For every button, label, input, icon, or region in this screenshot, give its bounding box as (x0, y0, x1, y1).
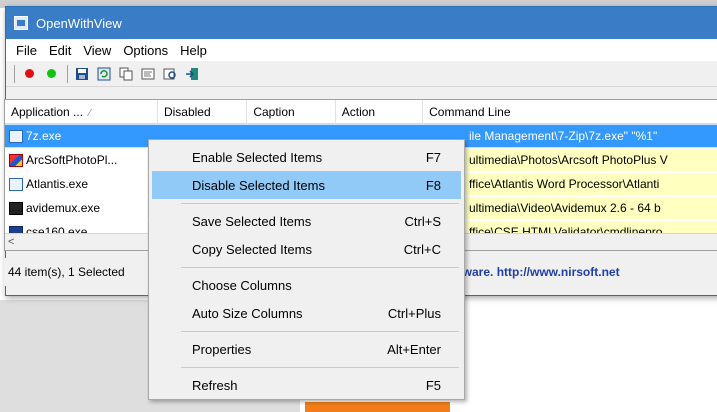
menu-choose-columns[interactable]: Choose Columns (152, 271, 461, 299)
column-command-line[interactable]: Command Line (423, 100, 717, 124)
scroll-left-icon[interactable]: < (8, 236, 14, 248)
menu-copy-selected[interactable]: Copy Selected Items Ctrl+C (152, 235, 461, 263)
app-icon (14, 16, 28, 30)
column-disabled[interactable]: Disabled (158, 100, 248, 124)
title-bar[interactable]: OpenWithView (6, 7, 717, 39)
menu-properties[interactable]: Properties Alt+Enter (152, 335, 461, 363)
menu-refresh[interactable]: Refresh F5 (152, 371, 461, 399)
window-icon (9, 177, 23, 191)
nirsoft-link[interactable]: eware. http://www.nirsoft.net (456, 265, 620, 279)
column-application[interactable]: Application ... ⁄ (5, 100, 158, 124)
menu-separator (181, 267, 459, 268)
exit-icon[interactable] (182, 64, 202, 84)
menu-save-selected[interactable]: Save Selected Items Ctrl+S (152, 207, 461, 235)
menu-file[interactable]: File (10, 43, 43, 58)
menu-enable-selected[interactable]: Enable Selected Items F7 (152, 143, 461, 171)
app-name: ArcSoftPhotoPl... (26, 153, 118, 167)
sort-arrow-icon: ⁄ (89, 108, 91, 119)
red-circle-icon[interactable] (19, 64, 39, 84)
menu-help[interactable]: Help (174, 43, 213, 58)
menu-separator (181, 367, 459, 368)
copy-icon[interactable] (116, 64, 136, 84)
app-name: 7z.exe (26, 129, 62, 143)
context-menu: Enable Selected Items F7 Disable Selected… (148, 139, 465, 400)
menu-auto-size-columns[interactable]: Auto Size Columns Ctrl+Plus (152, 299, 461, 327)
film-icon (9, 201, 23, 215)
toolbar-separator (14, 64, 15, 83)
green-circle-icon[interactable] (41, 64, 61, 84)
column-caption[interactable]: Caption (247, 100, 336, 124)
properties-icon[interactable] (138, 64, 158, 84)
window-title: OpenWithView (36, 15, 122, 31)
menu-edit[interactable]: Edit (43, 43, 77, 58)
arcsoft-icon (9, 153, 23, 167)
find-icon[interactable] (160, 64, 180, 84)
app-name: Atlantis.exe (26, 177, 89, 191)
menu-options[interactable]: Options (117, 43, 174, 58)
window-icon (9, 129, 23, 143)
column-action[interactable]: Action (336, 100, 424, 124)
app-name: avidemux.exe (26, 201, 101, 215)
list-header: Application ... ⁄ Disabled Caption Action… (5, 100, 717, 124)
menu-bar: File Edit View Options Help (6, 39, 717, 61)
save-icon[interactable] (72, 64, 92, 84)
toolbar-separator (67, 64, 68, 83)
background-orange-button (305, 402, 450, 412)
refresh-icon[interactable] (94, 64, 114, 84)
menu-view[interactable]: View (77, 43, 117, 58)
toolbar (6, 61, 717, 87)
menu-separator (181, 203, 459, 204)
status-item-count: 44 item(s), 1 Selected (8, 265, 125, 279)
menu-disable-selected[interactable]: Disable Selected Items F8 (152, 171, 461, 199)
menu-separator (181, 331, 459, 332)
